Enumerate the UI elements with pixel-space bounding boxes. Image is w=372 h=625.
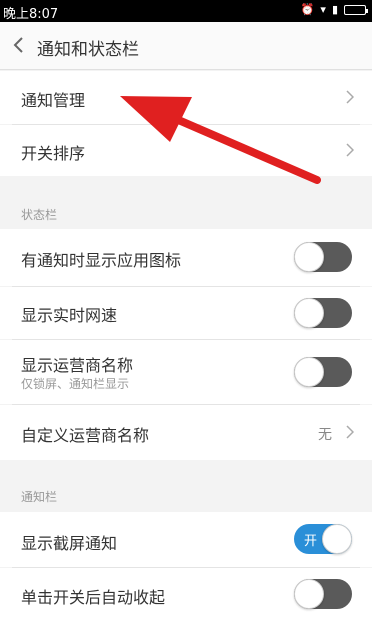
- list-item-auto-collapse[interactable]: 单击开关后自动收起: [0, 568, 372, 625]
- alarm-icon: ⏰: [300, 3, 315, 16]
- toggle-knob: [294, 357, 324, 387]
- list-item-label: 通知管理: [21, 91, 86, 110]
- toggle-knob: [294, 579, 324, 609]
- battery-icon: [344, 5, 368, 15]
- signal-icon: ▮: [331, 3, 338, 16]
- list-item-switch-order[interactable]: 开关排序: [0, 125, 372, 176]
- list-item-label: 单击开关后自动收起: [21, 588, 166, 607]
- toggle-screenshot-notify[interactable]: 开: [294, 524, 352, 554]
- list-item-notification-manage[interactable]: 通知管理: [0, 71, 372, 124]
- section-header-status: 状态栏: [0, 176, 372, 229]
- list-item-show-app-icon[interactable]: 有通知时显示应用图标: [0, 229, 372, 286]
- list-item-value: 无: [318, 427, 332, 443]
- list-item-label: 有通知时显示应用图标: [21, 251, 182, 270]
- page-title: 通知和状态栏: [37, 40, 139, 60]
- toggle-carrier-name[interactable]: [294, 357, 352, 387]
- status-icons: ⏰ ▾ ▮: [300, 3, 368, 16]
- list-item-label: 显示实时网速: [21, 306, 118, 325]
- chevron-right-icon: [346, 425, 354, 439]
- list-item-custom-carrier[interactable]: 自定义运营商名称 无: [0, 405, 372, 460]
- section-label: 通知栏: [21, 490, 58, 504]
- toggle-network-speed[interactable]: [294, 298, 352, 328]
- list-item-screenshot-notify[interactable]: 显示截屏通知 开: [0, 512, 372, 567]
- toggle-knob: [294, 298, 324, 328]
- list-item-label: 显示截屏通知: [21, 534, 118, 553]
- titlebar: 通知和状态栏: [0, 22, 372, 70]
- back-icon[interactable]: [12, 36, 26, 54]
- list-item-label: 显示运营商名称: [21, 356, 134, 375]
- section-label: 状态栏: [21, 208, 58, 222]
- wifi-icon: ▾: [320, 3, 326, 16]
- chevron-right-icon: [346, 143, 354, 157]
- status-time: 晚上8:07: [3, 7, 59, 22]
- list-item-carrier-name[interactable]: 显示运营商名称 仅锁屏、通知栏显示: [0, 340, 372, 404]
- toggle-knob: [322, 524, 352, 554]
- toggle-knob: [294, 242, 324, 272]
- toggle-show-app-icon[interactable]: [294, 242, 352, 272]
- status-bar: 晚上8:07 ⏰ ▾ ▮: [0, 0, 372, 22]
- list-item-label: 自定义运营商名称: [21, 426, 150, 445]
- section-header-notify: 通知栏: [0, 460, 372, 512]
- toggle-auto-collapse[interactable]: [294, 579, 352, 609]
- list-item-label: 开关排序: [21, 144, 86, 163]
- list-item-sublabel: 仅锁屏、通知栏显示: [21, 377, 130, 391]
- list-item-network-speed[interactable]: 显示实时网速: [0, 287, 372, 339]
- chevron-right-icon: [346, 90, 354, 104]
- toggle-text: 开: [304, 534, 318, 549]
